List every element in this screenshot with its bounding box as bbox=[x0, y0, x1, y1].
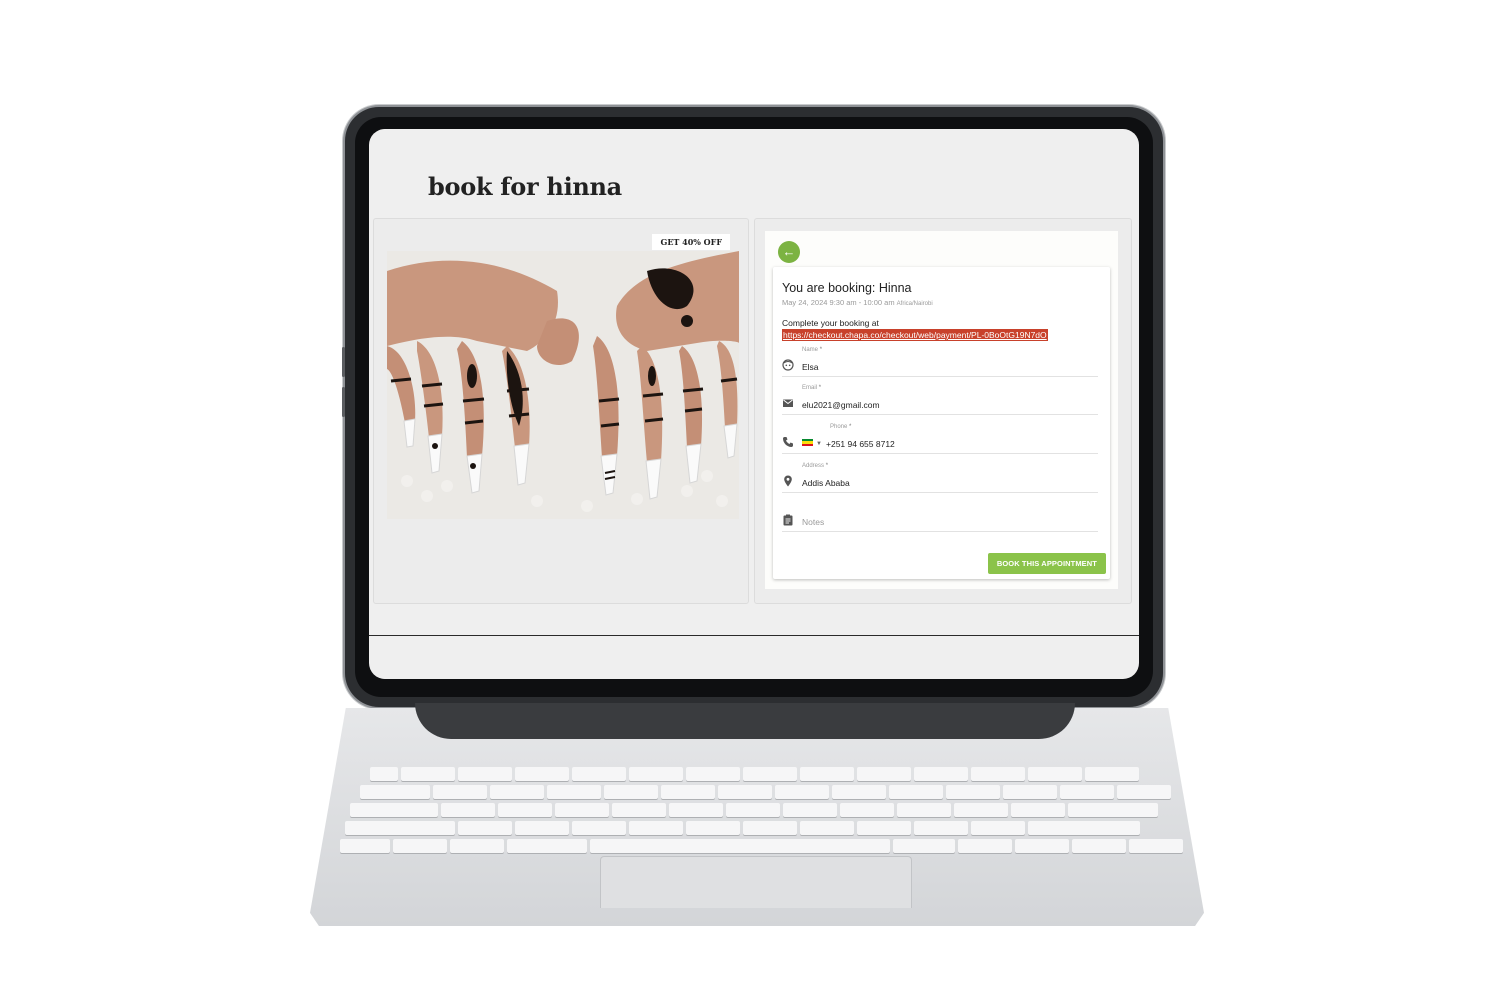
face-icon bbox=[782, 359, 794, 371]
promo-tag: GET 40% OFF bbox=[652, 234, 730, 250]
location-pin-icon bbox=[784, 475, 792, 487]
back-button[interactable]: ← bbox=[778, 241, 800, 263]
address-field[interactable]: Address * Addis Ababa bbox=[782, 461, 1098, 493]
booking-datetime: May 24, 2024 9:30 am - 10:00 am Africa/N… bbox=[782, 298, 933, 307]
key-row bbox=[340, 839, 1183, 853]
volume-button bbox=[342, 387, 345, 417]
trackpad bbox=[600, 856, 912, 908]
app-screen: book for hinna GET 40% OFF ← You are boo… bbox=[369, 129, 1139, 679]
tablet-frame: book for hinna GET 40% OFF ← You are boo… bbox=[342, 107, 1163, 707]
booking-time: May 24, 2024 9:30 am - 10:00 am bbox=[782, 298, 895, 307]
phone-input[interactable]: +251 94 655 8712 bbox=[826, 439, 895, 449]
name-label: Name * bbox=[802, 347, 823, 353]
keyboard-keys bbox=[340, 760, 1183, 856]
name-field[interactable]: Name * Elsa bbox=[782, 345, 1098, 377]
key-row bbox=[345, 821, 1140, 835]
book-appointment-button[interactable]: BOOK THIS APPOINTMENT bbox=[987, 553, 1106, 574]
envelope-icon bbox=[783, 399, 793, 407]
complete-booking-text: Complete your booking at bbox=[782, 318, 879, 328]
phone-icon bbox=[783, 437, 793, 447]
notes-field[interactable]: Notes bbox=[782, 500, 1098, 532]
checkout-link[interactable]: https://checkout.chapa.co/checkout/web/p… bbox=[782, 329, 1048, 341]
booking-heading: You are booking: Hinna bbox=[782, 281, 912, 295]
email-label: Email * bbox=[802, 385, 822, 391]
notes-input[interactable]: Notes bbox=[802, 517, 824, 527]
page-divider bbox=[369, 635, 1139, 636]
page-title: book for hinna bbox=[428, 172, 622, 201]
address-input[interactable]: Addis Ababa bbox=[802, 478, 850, 488]
henna-hands-photo bbox=[387, 251, 739, 519]
volume-button bbox=[342, 347, 345, 377]
name-input[interactable]: Elsa bbox=[802, 362, 819, 372]
service-image-panel: GET 40% OFF bbox=[373, 218, 749, 604]
key-row bbox=[360, 785, 1171, 799]
phone-field[interactable]: Phone * ▼ +251 94 655 8712 bbox=[782, 422, 1098, 454]
arrow-left-icon: ← bbox=[782, 244, 796, 259]
booking-panel: ← You are booking: Hinna May 24, 2024 9:… bbox=[754, 218, 1132, 604]
ethiopia-flag-icon[interactable] bbox=[802, 439, 813, 446]
address-label: Address * bbox=[802, 463, 829, 469]
key-row bbox=[350, 803, 1158, 817]
booking-card: You are booking: Hinna May 24, 2024 9:30… bbox=[773, 267, 1110, 579]
key-row bbox=[370, 767, 1139, 781]
email-field[interactable]: Email * elu2021@gmail.com bbox=[782, 383, 1098, 415]
email-input[interactable]: elu2021@gmail.com bbox=[802, 400, 880, 410]
booking-timezone: Africa/Nairobi bbox=[896, 301, 933, 307]
chevron-down-icon[interactable]: ▼ bbox=[816, 441, 822, 447]
clipboard-icon bbox=[783, 514, 793, 526]
device-mockup: book for hinna GET 40% OFF ← You are boo… bbox=[0, 0, 1485, 990]
phone-label: Phone * bbox=[830, 424, 852, 430]
booking-widget: ← You are booking: Hinna May 24, 2024 9:… bbox=[765, 231, 1118, 589]
keyboard-hinge bbox=[415, 703, 1075, 739]
